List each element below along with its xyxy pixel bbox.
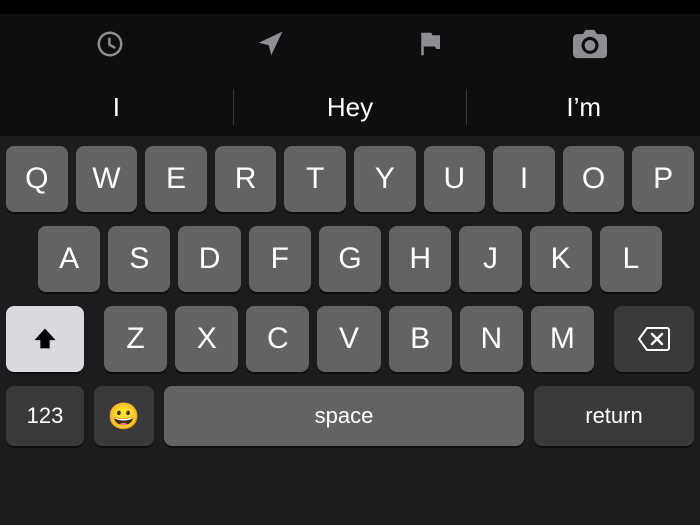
flag-icon[interactable] — [410, 24, 450, 64]
key-q[interactable]: Q — [6, 146, 68, 212]
key-o[interactable]: O — [563, 146, 625, 212]
key-z[interactable]: Z — [104, 306, 167, 372]
attachment-toolbar — [0, 14, 700, 74]
suggestion-3[interactable]: I’m — [467, 92, 700, 123]
key-g[interactable]: G — [319, 226, 381, 292]
key-s[interactable]: S — [108, 226, 170, 292]
key-h[interactable]: H — [389, 226, 451, 292]
key-k[interactable]: K — [530, 226, 592, 292]
space-key[interactable]: space — [164, 386, 524, 446]
emoji-key[interactable]: 😀 — [94, 386, 154, 446]
keyboard-screen: I Hey I’m Q W E R T Y U I O P A S D F G … — [0, 0, 700, 525]
key-m[interactable]: M — [531, 306, 594, 372]
key-row-2: A S D F G H J K L — [6, 226, 694, 292]
key-row-3: Z X C V B N M — [6, 306, 694, 372]
key-x[interactable]: X — [175, 306, 238, 372]
suggestion-1[interactable]: I — [0, 92, 233, 123]
key-e[interactable]: E — [145, 146, 207, 212]
key-j[interactable]: J — [459, 226, 521, 292]
key-d[interactable]: D — [178, 226, 240, 292]
location-icon[interactable] — [250, 24, 290, 64]
key-p[interactable]: P — [632, 146, 694, 212]
camera-icon[interactable] — [570, 24, 610, 64]
key-y[interactable]: Y — [354, 146, 416, 212]
key-v[interactable]: V — [317, 306, 380, 372]
key-l[interactable]: L — [600, 226, 662, 292]
numbers-key[interactable]: 123 — [6, 386, 84, 446]
clock-icon[interactable] — [90, 24, 130, 64]
key-i[interactable]: I — [493, 146, 555, 212]
keyboard: Q W E R T Y U I O P A S D F G H J K L Z — [0, 136, 700, 525]
return-key[interactable]: return — [534, 386, 694, 446]
shift-key[interactable] — [6, 306, 84, 372]
key-t[interactable]: T — [284, 146, 346, 212]
suggestion-bar: I Hey I’m — [0, 78, 700, 136]
key-u[interactable]: U — [424, 146, 486, 212]
backspace-key[interactable] — [614, 306, 694, 372]
key-f[interactable]: F — [249, 226, 311, 292]
key-row-1: Q W E R T Y U I O P — [6, 146, 694, 212]
key-b[interactable]: B — [389, 306, 452, 372]
key-n[interactable]: N — [460, 306, 523, 372]
status-bar-gap — [0, 0, 700, 14]
key-row-4: 123 😀 space return — [6, 386, 694, 448]
key-w[interactable]: W — [76, 146, 138, 212]
suggestion-2[interactable]: Hey — [234, 92, 467, 123]
key-r[interactable]: R — [215, 146, 277, 212]
key-a[interactable]: A — [38, 226, 100, 292]
key-c[interactable]: C — [246, 306, 309, 372]
